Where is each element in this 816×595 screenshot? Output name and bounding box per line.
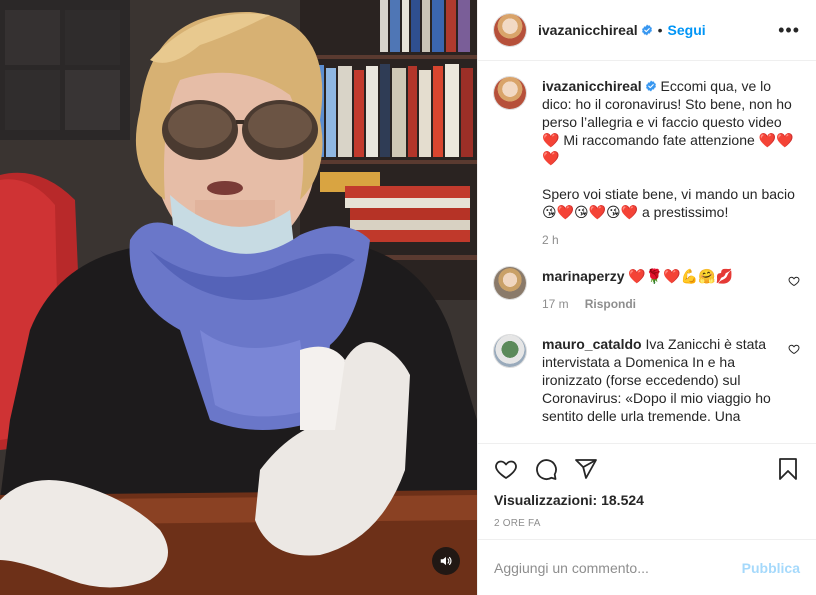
commenter-username[interactable]: marinaperzy <box>542 268 624 284</box>
comment-like-heart-icon[interactable] <box>788 343 800 355</box>
caption-meta: 2 h <box>542 231 800 249</box>
verified-badge-icon <box>645 80 656 92</box>
comment-item: marinaperzy ❤️🌹❤️💪🤗💋 17 m Rispondi <box>494 267 800 313</box>
comment-item: mauro_cataldo Iva Zanicchi è stata inter… <box>494 335 800 425</box>
verified-badge-icon <box>641 24 652 36</box>
caption-avatar[interactable] <box>494 77 526 109</box>
comment-text: ❤️🌹❤️💪🤗💋 <box>628 268 733 284</box>
post-video[interactable] <box>0 0 477 595</box>
caption-time[interactable]: 2 h <box>542 231 559 249</box>
author-avatar[interactable] <box>494 14 526 46</box>
caption-username[interactable]: ivazanicchireal <box>542 78 642 94</box>
action-icons <box>494 452 800 486</box>
video-frame <box>0 0 477 595</box>
comment-like-heart-icon[interactable] <box>788 275 800 287</box>
commenter-avatar[interactable] <box>494 267 526 299</box>
views-label: Visualizzazioni: <box>494 492 598 508</box>
speaker-icon <box>440 556 452 566</box>
author-info: ivazanicchireal • Segui <box>538 22 706 38</box>
commenter-avatar[interactable] <box>494 335 526 367</box>
post-timestamp[interactable]: 2 ORE FA <box>494 518 800 529</box>
caption-text: Eccomi qua, ve lo dico: ho il coronaviru… <box>542 78 795 220</box>
instagram-post: ivazanicchireal • Segui ••• ivazanicchir… <box>0 0 816 595</box>
comment-content: mauro_cataldo Iva Zanicchi è stata inter… <box>542 335 780 425</box>
more-options-button[interactable]: ••• <box>778 21 800 39</box>
caption-body: ivazanicchireal Eccomi qua, ve lo dico: … <box>542 77 800 249</box>
follow-button[interactable]: Segui <box>668 22 706 38</box>
comment-composer: Pubblica <box>478 539 816 595</box>
views-count: 18.524 <box>601 492 644 508</box>
views-line[interactable]: Visualizzazioni: 18.524 <box>494 492 800 508</box>
comment-input[interactable] <box>494 559 742 576</box>
bookmark-icon[interactable] <box>776 457 800 481</box>
post-actions: Visualizzazioni: 18.524 2 ORE FA <box>478 443 816 529</box>
comment-body: mauro_cataldo Iva Zanicchi è stata inter… <box>542 335 780 425</box>
post-header: ivazanicchireal • Segui ••• <box>478 0 816 61</box>
caption-content: ivazanicchireal Eccomi qua, ve lo dico: … <box>542 77 800 221</box>
share-icon[interactable] <box>574 457 598 481</box>
heart-icon[interactable] <box>494 457 518 481</box>
comment-body: marinaperzy ❤️🌹❤️💪🤗💋 17 m Rispondi <box>542 267 780 313</box>
reply-button[interactable]: Rispondi <box>585 295 636 313</box>
post-side-panel: ivazanicchireal • Segui ••• ivazanicchir… <box>477 0 816 595</box>
publish-button[interactable]: Pubblica <box>742 560 800 576</box>
comment-meta: 17 m Rispondi <box>542 295 780 313</box>
commenter-username[interactable]: mauro_cataldo <box>542 336 642 352</box>
author-username[interactable]: ivazanicchireal <box>538 22 638 38</box>
sound-toggle-button[interactable] <box>432 547 460 575</box>
comment-content: marinaperzy ❤️🌹❤️💪🤗💋 <box>542 267 780 285</box>
comments-list[interactable]: ivazanicchireal Eccomi qua, ve lo dico: … <box>478 61 816 443</box>
caption: ivazanicchireal Eccomi qua, ve lo dico: … <box>494 77 800 249</box>
header-separator: • <box>657 22 663 38</box>
comment-icon[interactable] <box>534 457 558 481</box>
comment-time[interactable]: 17 m <box>542 295 569 313</box>
